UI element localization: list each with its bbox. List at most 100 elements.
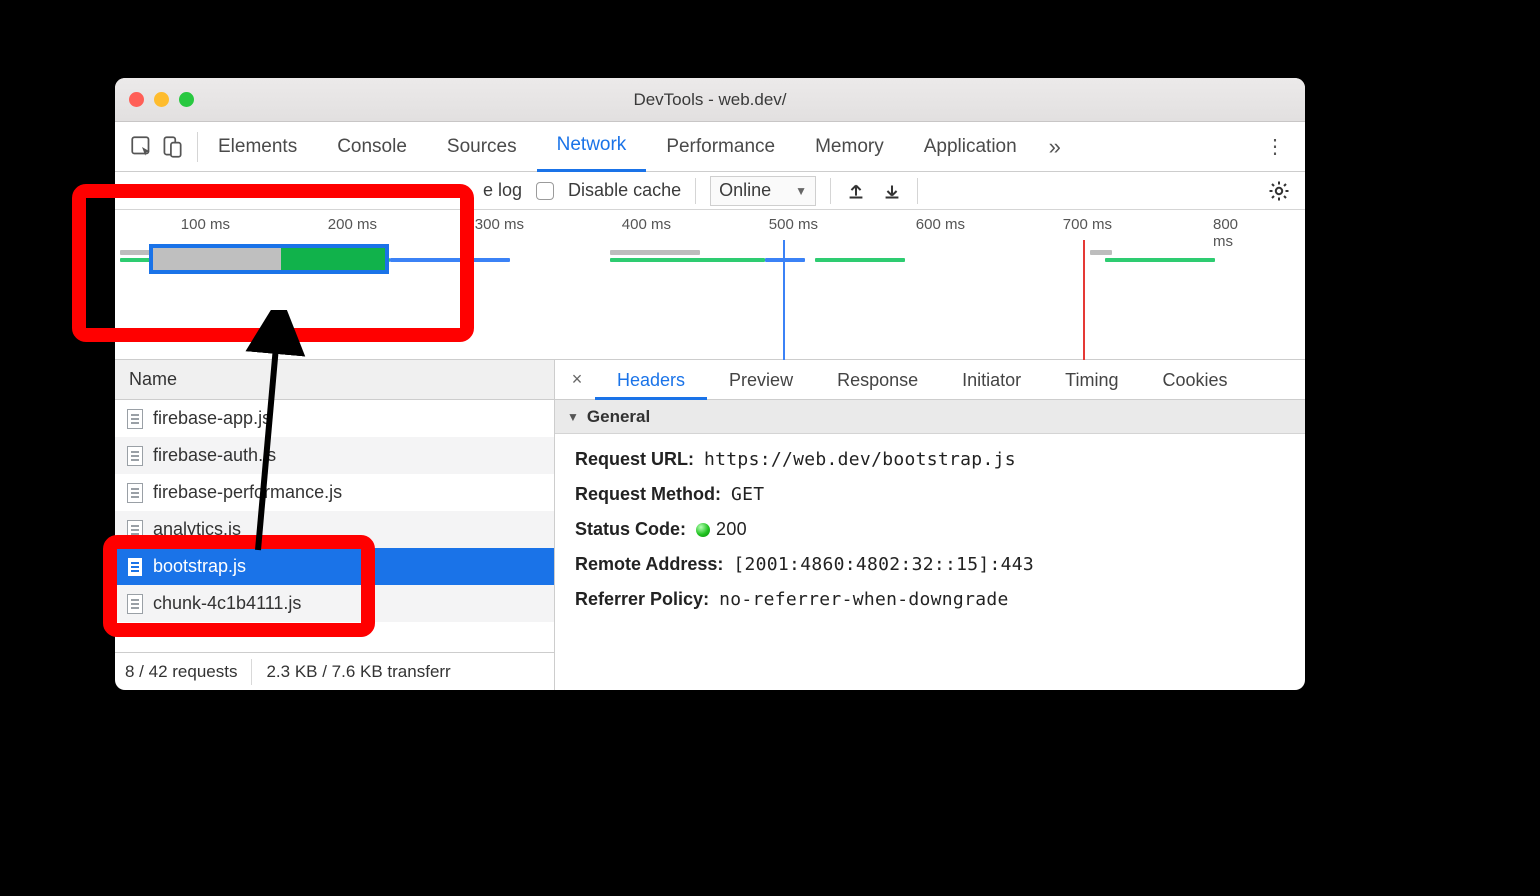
panel-tabs: Elements Console Sources Network Perform… [115, 122, 1305, 172]
tick: 600 ms [916, 216, 965, 233]
separator [917, 178, 918, 204]
file-icon [127, 483, 143, 503]
download-icon[interactable] [881, 180, 903, 202]
request-name: firebase-auth.js [153, 445, 276, 466]
request-name: analytics.js [153, 519, 241, 540]
detail-tab-response[interactable]: Response [815, 360, 940, 400]
request-name: chunk-4c1b4111.js [153, 593, 301, 614]
bar [815, 258, 905, 262]
bar [1105, 258, 1215, 262]
request-name: firebase-app.js [153, 408, 271, 429]
device-toolbar-icon[interactable] [159, 134, 185, 160]
preserve-log-label-partial: e log [483, 180, 522, 201]
detail-tab-headers[interactable]: Headers [595, 360, 707, 400]
timeline-ticks: 100 ms 200 ms 300 ms 400 ms 500 ms 600 m… [115, 210, 1305, 238]
waterfall-overview[interactable]: 100 ms 200 ms 300 ms 400 ms 500 ms 600 m… [115, 210, 1305, 360]
status-bar: 8 / 42 requests 2.3 KB / 7.6 KB transfer… [115, 652, 554, 690]
tab-application[interactable]: Application [904, 122, 1037, 172]
toolbar-icons-left [125, 134, 197, 160]
value: no-referrer-when-downgrade [719, 589, 1009, 610]
status-dot-icon [696, 523, 710, 537]
request-row[interactable]: firebase-auth.js [115, 437, 554, 474]
request-row[interactable]: firebase-performance.js [115, 474, 554, 511]
timeline-selection[interactable] [149, 244, 389, 274]
request-name: firebase-performance.js [153, 482, 342, 503]
tick: 300 ms [475, 216, 524, 233]
upload-icon[interactable] [845, 180, 867, 202]
domcontentloaded-marker [783, 240, 785, 360]
request-list: firebase-app.js firebase-auth.js firebas… [115, 400, 554, 652]
kv-referrer-policy: Referrer Policy: no-referrer-when-downgr… [575, 582, 1285, 617]
value: GET [731, 484, 764, 505]
detail-tab-cookies[interactable]: Cookies [1141, 360, 1250, 400]
devtools-window: DevTools - web.dev/ Elements Console Sou… [115, 78, 1305, 690]
network-body: Name firebase-app.js firebase-auth.js fi… [115, 360, 1305, 690]
chevron-down-icon: ▼ [795, 184, 807, 198]
label: Remote Address: [575, 554, 723, 575]
tab-performance[interactable]: Performance [646, 122, 795, 172]
section-title: General [587, 407, 650, 427]
detail-tab-initiator[interactable]: Initiator [940, 360, 1043, 400]
titlebar: DevTools - web.dev/ [115, 78, 1305, 122]
inspect-icon[interactable] [129, 134, 155, 160]
separator [251, 659, 252, 685]
column-header-name[interactable]: Name [115, 360, 554, 400]
chevron-down-icon: ▼ [567, 410, 579, 424]
request-row[interactable]: chunk-4c1b4111.js [115, 585, 554, 622]
more-tabs-icon[interactable]: » [1049, 134, 1061, 160]
file-icon [127, 557, 143, 577]
gear-icon[interactable] [1267, 179, 1291, 203]
close-detail-icon[interactable]: × [559, 369, 595, 390]
separator [830, 178, 831, 204]
kv-request-url: Request URL: https://web.dev/bootstrap.j… [575, 442, 1285, 477]
tick: 500 ms [769, 216, 818, 233]
value: https://web.dev/bootstrap.js [704, 449, 1016, 470]
tab-elements[interactable]: Elements [198, 122, 317, 172]
kv-remote-address: Remote Address: [2001:4860:4802:32::15]:… [575, 547, 1285, 582]
detail-tabs: × Headers Preview Response Initiator Tim… [555, 360, 1305, 400]
status-requests: 8 / 42 requests [125, 662, 237, 682]
detail-tab-timing[interactable]: Timing [1043, 360, 1140, 400]
tab-memory[interactable]: Memory [795, 122, 904, 172]
kv-request-method: Request Method: GET [575, 477, 1285, 512]
window-title: DevTools - web.dev/ [115, 90, 1305, 110]
bar [610, 250, 700, 255]
file-icon [127, 446, 143, 466]
tick: 200 ms [328, 216, 377, 233]
load-marker [1083, 240, 1085, 360]
file-icon [127, 409, 143, 429]
tick: 100 ms [181, 216, 230, 233]
request-row-selected[interactable]: bootstrap.js [115, 548, 554, 585]
value: [2001:4860:4802:32::15]:443 [733, 554, 1034, 575]
kebab-menu-icon[interactable]: ⋮ [1255, 134, 1295, 159]
bar [390, 258, 510, 262]
status-transfer: 2.3 KB / 7.6 KB transferr [266, 662, 450, 682]
tab-network[interactable]: Network [537, 122, 647, 172]
request-name: bootstrap.js [153, 556, 246, 577]
throttling-select[interactable]: Online ▼ [710, 176, 816, 206]
request-row[interactable]: firebase-app.js [115, 400, 554, 437]
disable-cache-label: Disable cache [568, 180, 681, 201]
disable-cache-checkbox[interactable] [536, 182, 554, 200]
request-detail-pane: × Headers Preview Response Initiator Tim… [555, 360, 1305, 690]
section-general[interactable]: ▼ General [555, 400, 1305, 434]
bar [765, 258, 805, 262]
requests-pane: Name firebase-app.js firebase-auth.js fi… [115, 360, 555, 690]
value: 200 [696, 519, 747, 540]
network-toolbar: e log Disable cache Online ▼ [115, 172, 1305, 210]
tick: 700 ms [1063, 216, 1112, 233]
throttling-selected: Online [719, 180, 771, 201]
label: Status Code: [575, 519, 686, 540]
detail-tab-preview[interactable]: Preview [707, 360, 815, 400]
tab-sources[interactable]: Sources [427, 122, 537, 172]
tick: 800 ms [1213, 216, 1259, 250]
tick: 400 ms [622, 216, 671, 233]
bar [610, 258, 765, 262]
label: Request URL: [575, 449, 694, 470]
file-icon [127, 594, 143, 614]
tab-console[interactable]: Console [317, 122, 427, 172]
bar [1090, 250, 1112, 255]
request-row[interactable]: analytics.js [115, 511, 554, 548]
separator [695, 178, 696, 204]
file-icon [127, 520, 143, 540]
